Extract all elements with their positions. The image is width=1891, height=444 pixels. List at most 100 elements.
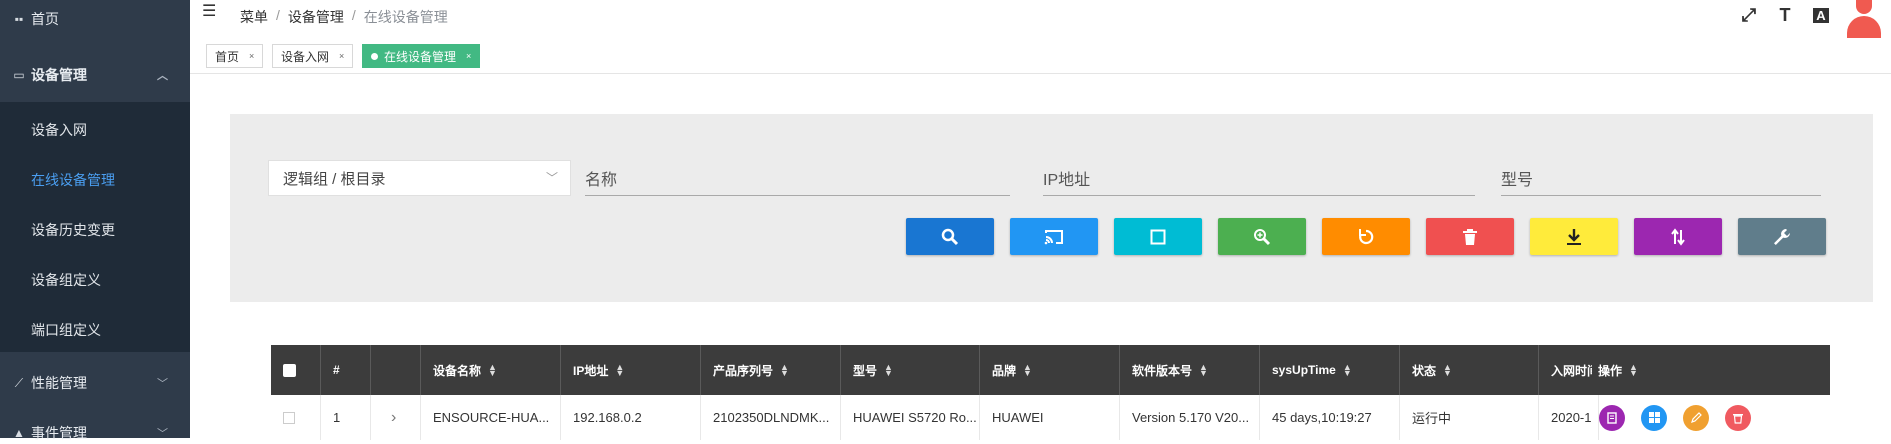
- row-name: ENSOURCE-HUA...: [421, 395, 561, 440]
- text-size-icon[interactable]: T: [1767, 0, 1803, 30]
- chevron-up-icon: ︿: [157, 70, 168, 82]
- filter-panel: 逻辑组 / 根目录 ﹀ 名称 IP地址 型号: [230, 114, 1873, 302]
- row-actions: [1599, 395, 1830, 440]
- col-join-time[interactable]: 入网时间: [1539, 345, 1599, 395]
- name-input[interactable]: 名称: [585, 160, 1010, 196]
- cast-icon: [1044, 229, 1063, 244]
- sidebar-item-events[interactable]: ▲ 事件管理 ﹀: [0, 422, 190, 444]
- sort-icon[interactable]: ▲ ▼: [884, 363, 893, 378]
- search-button[interactable]: [906, 218, 994, 255]
- table-row[interactable]: 1 › ENSOURCE-HUA... 192.168.0.2 2102350D…: [271, 395, 1830, 440]
- sort-icon[interactable]: ▲ ▼: [488, 363, 497, 378]
- select-all-cell: [271, 345, 321, 395]
- chevron-down-icon: ﹀: [157, 378, 168, 390]
- expand-row-icon[interactable]: ›: [371, 395, 421, 440]
- sidebar-item-performance-label: 性能管理: [31, 375, 87, 391]
- ip-input[interactable]: IP地址: [1043, 160, 1475, 196]
- menu-toggle-icon[interactable]: ☰: [202, 1, 216, 21]
- col-serial-label: 产品序列号: [713, 363, 774, 378]
- grid-icon: [1648, 412, 1660, 423]
- col-ip[interactable]: IP地址 ▲ ▼: [561, 345, 701, 395]
- tab-device-join[interactable]: 设备入网 ×: [272, 44, 354, 68]
- sidebar-item-device-groups[interactable]: 设备组定义: [31, 270, 101, 290]
- sidebar-item-device-join[interactable]: 设备入网: [31, 120, 87, 140]
- trash-icon: [1733, 413, 1743, 424]
- sort-icon[interactable]: ▲ ▼: [1343, 363, 1352, 378]
- dashboard-button[interactable]: [1641, 404, 1667, 431]
- col-version[interactable]: 软件版本号 ▲ ▼: [1120, 345, 1260, 395]
- search-icon: [941, 228, 959, 245]
- zoom-in-icon: [1254, 228, 1271, 245]
- row-model: HUAWEI S5720 Ro...: [841, 395, 980, 440]
- sort-icon[interactable]: ▲ ▼: [1443, 363, 1452, 378]
- breadcrumb-separator: /: [351, 7, 356, 23]
- settings-button[interactable]: [1738, 218, 1826, 255]
- sort-icon[interactable]: ▲ ▼: [1023, 363, 1032, 378]
- model-input-placeholder: 型号: [1501, 171, 1534, 189]
- chevron-down-icon: ﹀: [157, 428, 168, 440]
- col-serial[interactable]: 产品序列号 ▲ ▼: [701, 345, 841, 395]
- sidebar-item-device-management[interactable]: ▭ 设备管理 ︿: [0, 63, 190, 87]
- col-brand[interactable]: 品牌 ▲ ▼: [980, 345, 1120, 395]
- sidebar-item-performance[interactable]: ⟋ 性能管理 ﹀: [0, 372, 190, 394]
- tab-online-devices[interactable]: 在线设备管理 ×: [362, 44, 481, 68]
- col-name-label: 设备名称: [433, 363, 482, 378]
- sidebar-item-online-devices[interactable]: 在线设备管理: [31, 170, 115, 190]
- breadcrumb: 菜单 / 设备管理 / 在线设备管理: [240, 7, 448, 27]
- line-chart-icon: ⟋: [14, 375, 24, 390]
- close-icon[interactable]: ×: [466, 51, 471, 61]
- avatar[interactable]: [1843, 0, 1883, 38]
- row-select-cell: [271, 395, 321, 440]
- sort-button[interactable]: [1634, 218, 1722, 255]
- sort-icon[interactable]: ▲ ▼: [1629, 363, 1638, 378]
- row-uptime: 45 days,10:19:27: [1260, 395, 1400, 440]
- close-icon[interactable]: ×: [339, 51, 344, 61]
- sort-arrows-icon: [1671, 227, 1685, 246]
- sidebar-item-events-label: 事件管理: [31, 425, 87, 441]
- col-status[interactable]: 状态 ▲ ▼: [1400, 345, 1539, 395]
- col-status-label: 状态: [1412, 363, 1437, 378]
- sidebar-item-device-history[interactable]: 设备历史变更: [31, 220, 115, 240]
- row-ip: 192.168.0.2: [561, 395, 701, 440]
- col-model[interactable]: 型号 ▲ ▼: [841, 345, 980, 395]
- header-actions: ⤢ T A: [1731, 0, 1891, 38]
- ip-input-placeholder: IP地址: [1043, 171, 1091, 189]
- chevron-down-icon: ﹀: [545, 171, 558, 185]
- sidebar-item-home[interactable]: ▪▪ 首页: [0, 8, 190, 30]
- wrench-icon: [1774, 228, 1790, 245]
- close-icon[interactable]: ×: [249, 51, 254, 61]
- col-name[interactable]: 设备名称 ▲ ▼: [421, 345, 561, 395]
- col-uptime[interactable]: sysUpTime ▲ ▼: [1260, 345, 1400, 395]
- trash-icon: [1463, 228, 1477, 245]
- active-dot-icon: [371, 52, 378, 60]
- translate-icon[interactable]: A: [1803, 0, 1839, 30]
- download-button[interactable]: [1530, 218, 1618, 255]
- row-checkbox[interactable]: [283, 411, 295, 424]
- group-select[interactable]: 逻辑组 / 根目录 ﹀: [268, 160, 571, 196]
- sort-icon[interactable]: ▲ ▼: [615, 363, 624, 378]
- pencil-icon: [1690, 412, 1702, 423]
- download-icon: [1567, 228, 1581, 245]
- tab-label: 设备入网: [281, 49, 330, 64]
- details-button[interactable]: [1599, 404, 1625, 431]
- cast-button[interactable]: [1010, 218, 1098, 255]
- col-uptime-label: sysUpTime: [1272, 363, 1336, 377]
- tab-home[interactable]: 首页 ×: [206, 44, 264, 68]
- col-index-label: #: [333, 363, 340, 377]
- zoom-in-button[interactable]: [1218, 218, 1306, 255]
- breadcrumb-item[interactable]: 菜单: [240, 7, 268, 27]
- model-input[interactable]: 型号: [1501, 160, 1821, 196]
- select-all-checkbox[interactable]: [283, 363, 296, 377]
- edit-button[interactable]: [1683, 404, 1709, 431]
- sort-icon[interactable]: ▲ ▼: [780, 363, 789, 378]
- select-box-button[interactable]: [1114, 218, 1202, 255]
- refresh-button[interactable]: [1322, 218, 1410, 255]
- delete-row-button[interactable]: [1725, 404, 1751, 431]
- sort-icon[interactable]: ▲ ▼: [1199, 363, 1208, 378]
- fullscreen-icon[interactable]: ⤢: [1731, 0, 1767, 30]
- sidebar-item-port-groups[interactable]: 端口组定义: [31, 320, 101, 340]
- grid-icon: ▪▪: [14, 12, 24, 26]
- delete-button[interactable]: [1426, 218, 1514, 255]
- breadcrumb-item[interactable]: 设备管理: [288, 7, 344, 27]
- sidebar-item-device-management-label: 设备管理: [31, 67, 87, 83]
